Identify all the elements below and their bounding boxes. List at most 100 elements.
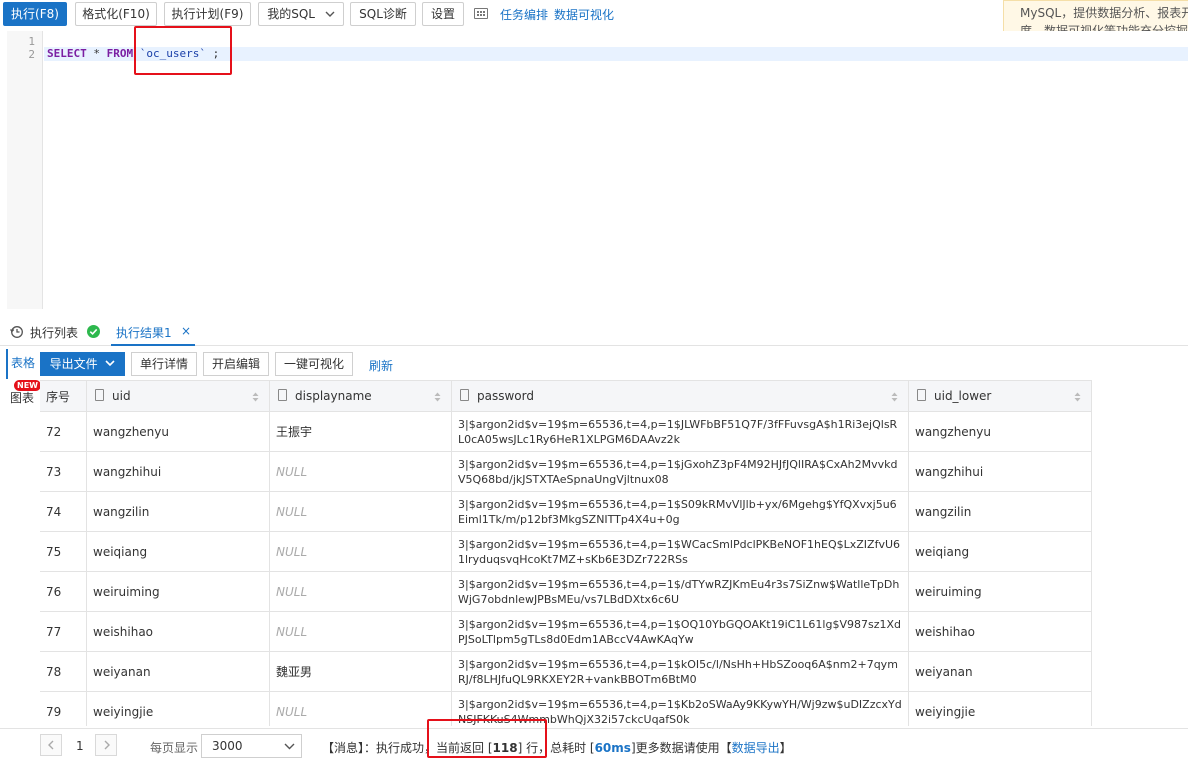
table-row[interactable]: 72 wangzhenyu 王振宇 3|$argon2id$v=19$m=65536,…	[40, 412, 1092, 452]
tab-execution-list[interactable]: 执行列表	[30, 324, 78, 341]
prev-page-button[interactable]	[40, 734, 62, 756]
cell-displayname[interactable]: NULL	[270, 572, 452, 611]
table-row[interactable]: 74 wangzilin NULL 3|$argon2id$v=19$m=65536,…	[40, 492, 1092, 532]
cell-uid[interactable]: weishihao	[87, 612, 270, 651]
cell-index[interactable]: 77	[40, 612, 87, 651]
cell-password[interactable]: 3|$argon2id$v=19$m=65536,t=4,p=1$/dTYwRZ…	[452, 572, 909, 611]
my-sql-dropdown[interactable]: 我的SQL	[258, 2, 344, 26]
cell-index-text: 79	[46, 704, 62, 719]
cell-password[interactable]: 3|$argon2id$v=19$m=65536,t=4,p=1$kOI5c/l…	[452, 652, 909, 691]
cell-displayname[interactable]: NULL	[270, 612, 452, 651]
enable-edit-button[interactable]: 开启编辑	[203, 352, 269, 376]
table-row[interactable]: 75 weiqiang NULL 3|$argon2id$v=19$m=65536,t…	[40, 532, 1092, 572]
cell-uid-lower[interactable]: weiruiming	[909, 572, 1092, 611]
keyboard-icon[interactable]	[474, 8, 488, 19]
per-page-label: 每页显示	[150, 741, 199, 755]
cell-index[interactable]: 75	[40, 532, 87, 571]
column-header-displayname[interactable]: displayname	[270, 381, 452, 411]
row-detail-button[interactable]: 单行详情	[131, 352, 197, 376]
cell-index[interactable]: 74	[40, 492, 87, 531]
cell-displayname[interactable]: 魏亚男	[270, 652, 452, 691]
cell-uid[interactable]: weiruiming	[87, 572, 270, 611]
keyword-from: FROM	[106, 47, 134, 60]
cell-index[interactable]: 76	[40, 572, 87, 611]
table-row[interactable]: 73 wangzhihui NULL 3|$argon2id$v=19$m=65536…	[40, 452, 1092, 492]
sort-icon[interactable]	[252, 391, 259, 403]
format-button[interactable]: 格式化(F10)	[75, 2, 157, 26]
cell-uid[interactable]: wangzhenyu	[87, 412, 270, 451]
current-page[interactable]: 1	[76, 739, 84, 753]
next-page-button[interactable]	[95, 734, 117, 756]
export-file-dropdown[interactable]: 导出文件	[40, 352, 125, 376]
history-icon	[10, 326, 23, 338]
per-page-value: 3000	[212, 739, 243, 753]
data-visualization-link[interactable]: 数据可视化	[554, 6, 614, 23]
sort-icon[interactable]	[434, 391, 441, 403]
cell-uid-text: wangzilin	[93, 504, 150, 519]
cell-password[interactable]: 3|$argon2id$v=19$m=65536,t=4,p=1$WCacSml…	[452, 532, 909, 571]
cell-index[interactable]: 72	[40, 412, 87, 451]
cell-uid[interactable]: weiqiang	[87, 532, 270, 571]
cell-uid[interactable]: wangzhihui	[87, 452, 270, 491]
tab-execution-result[interactable]: 执行结果1	[116, 324, 172, 341]
cell-password-text: 3|$argon2id$v=19$m=65536,t=4,p=1$S09kRMv…	[458, 498, 897, 526]
cell-uid-text: wangzhihui	[93, 464, 162, 479]
one-click-visualize-button[interactable]: 一键可视化	[275, 352, 353, 376]
refresh-link[interactable]: 刷新	[369, 357, 393, 374]
cell-password-text: 3|$argon2id$v=19$m=65536,t=4,p=1$/dTYwRZ…	[458, 578, 900, 606]
cell-displayname[interactable]: NULL	[270, 692, 452, 726]
cell-password[interactable]: 3|$argon2id$v=19$m=65536,t=4,p=1$jGxohZ3…	[452, 452, 909, 491]
cell-displayname-text: NULL	[276, 464, 308, 479]
cell-uid[interactable]: weiyanan	[87, 652, 270, 691]
cell-uid-lower[interactable]: weishihao	[909, 612, 1092, 651]
table-row[interactable]: 78 weiyanan 魏亚男 3|$argon2id$v=19$m=65536,t=…	[40, 652, 1092, 692]
column-header-uid[interactable]: uid	[87, 381, 270, 411]
per-page-select[interactable]: 3000	[201, 734, 302, 758]
cell-displayname[interactable]: NULL	[270, 532, 452, 571]
cell-uid[interactable]: wangzilin	[87, 492, 270, 531]
chevron-down-icon	[284, 743, 295, 750]
table-row[interactable]: 76 weiruiming NULL 3|$argon2id$v=19$m=65536…	[40, 572, 1092, 612]
cell-uid[interactable]: weiyingjie	[87, 692, 270, 726]
cell-password[interactable]: 3|$argon2id$v=19$m=65536,t=4,p=1$JLWFbBF…	[452, 412, 909, 451]
chevron-down-icon	[105, 360, 115, 367]
execution-plan-button[interactable]: 执行计划(F9)	[164, 2, 251, 26]
cell-uid-lower[interactable]: wangzilin	[909, 492, 1092, 531]
cell-displayname[interactable]: 王振宇	[270, 412, 452, 451]
table-row[interactable]: 77 weishihao NULL 3|$argon2id$v=19$m=65536,…	[40, 612, 1092, 652]
column-header-password[interactable]: password	[452, 381, 909, 411]
cell-displayname[interactable]: NULL	[270, 492, 452, 531]
cell-uid-text: weiyanan	[93, 664, 151, 679]
cell-displayname[interactable]: NULL	[270, 452, 452, 491]
run-button[interactable]: 执行(F8)	[3, 2, 67, 26]
data-export-link[interactable]: 数据导出	[732, 741, 780, 755]
cell-index[interactable]: 78	[40, 652, 87, 691]
settings-button[interactable]: 设置	[422, 2, 464, 26]
sort-icon[interactable]	[891, 391, 898, 403]
cell-uid-text: weiruiming	[93, 584, 160, 599]
task-orchestration-link[interactable]: 任务编排	[500, 6, 548, 23]
cell-index-text: 73	[46, 464, 62, 479]
column-type-icon	[917, 389, 926, 401]
sort-icon[interactable]	[1074, 391, 1081, 403]
cell-index[interactable]: 79	[40, 692, 87, 726]
column-type-icon	[278, 389, 287, 401]
cell-index[interactable]: 73	[40, 452, 87, 491]
cell-uid-lower[interactable]: weiqiang	[909, 532, 1092, 571]
column-header-uid-lower[interactable]: uid_lower	[909, 381, 1092, 411]
cell-password-text: 3|$argon2id$v=19$m=65536,t=4,p=1$kOI5c/l…	[458, 658, 898, 686]
cell-uid-lower[interactable]: weiyanan	[909, 652, 1092, 691]
cell-uid-lower[interactable]: wangzhihui	[909, 452, 1092, 491]
cell-uid-lower[interactable]: weiyingjie	[909, 692, 1092, 726]
close-tab-icon[interactable]: ×	[181, 324, 191, 338]
table-row[interactable]: 79 weiyingjie NULL 3|$argon2id$v=19$m=65536…	[40, 692, 1092, 726]
cell-password[interactable]: 3|$argon2id$v=19$m=65536,t=4,p=1$S09kRMv…	[452, 492, 909, 531]
sql-diagnose-button[interactable]: SQL诊断	[350, 2, 416, 26]
result-toolbar: 导出文件 单行详情 开启编辑 一键可视化 刷新	[0, 349, 1188, 379]
cell-password[interactable]: 3|$argon2id$v=19$m=65536,t=4,p=1$OQ10YbG…	[452, 612, 909, 651]
column-header-index[interactable]: 序号	[40, 381, 87, 411]
cell-uid-lower[interactable]: wangzhenyu	[909, 412, 1092, 451]
cell-uid-text: weishihao	[93, 624, 154, 639]
highlight-box-table	[134, 26, 232, 75]
notice-line-1: MySQL，提供数据分析、报表开	[1020, 6, 1188, 20]
